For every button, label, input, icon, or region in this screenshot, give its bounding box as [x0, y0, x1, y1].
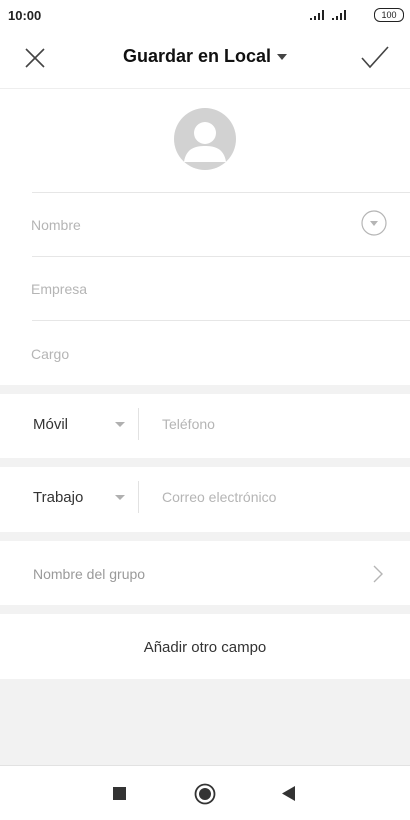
caret-down-icon[interactable]	[115, 422, 125, 427]
signal-icon	[310, 10, 324, 20]
divider	[138, 408, 139, 440]
empty-area	[0, 679, 410, 765]
chevron-right-icon	[373, 565, 383, 583]
account-selector[interactable]: Guardar en Local	[0, 46, 410, 67]
page-title: Guardar en Local	[122, 46, 272, 66]
check-icon[interactable]	[360, 45, 390, 69]
section-divider	[0, 532, 410, 541]
square-icon[interactable]	[113, 787, 126, 800]
triangle-back-icon[interactable]	[282, 786, 295, 801]
add-field-button[interactable]: Añadir otro campo	[0, 614, 410, 679]
phone-type-selector[interactable]: Móvil	[33, 416, 68, 433]
status-bar: 10:00 100	[0, 0, 410, 30]
avatar-icon[interactable]	[174, 108, 236, 170]
status-time: 10:00	[8, 8, 42, 23]
signal-icon	[332, 10, 346, 20]
company-field[interactable]: Empresa	[31, 281, 87, 297]
email-type-selector[interactable]: Trabajo	[33, 489, 83, 506]
navigation-bar	[0, 766, 410, 820]
section-divider	[0, 385, 410, 394]
add-field-label: Añadir otro campo	[143, 639, 267, 656]
section-divider	[0, 458, 410, 467]
group-row[interactable]: Nombre del grupo	[0, 541, 410, 605]
caret-down-icon[interactable]	[115, 495, 125, 500]
circle-icon[interactable]	[194, 783, 216, 805]
section-divider	[0, 605, 410, 614]
chevron-down-circle-icon[interactable]	[361, 210, 387, 236]
battery-indicator: 100	[374, 8, 404, 22]
phone-field[interactable]: Teléfono	[162, 416, 215, 432]
name-field[interactable]: Nombre	[31, 217, 81, 233]
email-field[interactable]: Correo electrónico	[162, 489, 276, 505]
caret-down-icon	[277, 54, 288, 61]
job-title-field[interactable]: Cargo	[31, 346, 69, 362]
divider	[138, 481, 139, 513]
group-label: Nombre del grupo	[33, 566, 146, 582]
